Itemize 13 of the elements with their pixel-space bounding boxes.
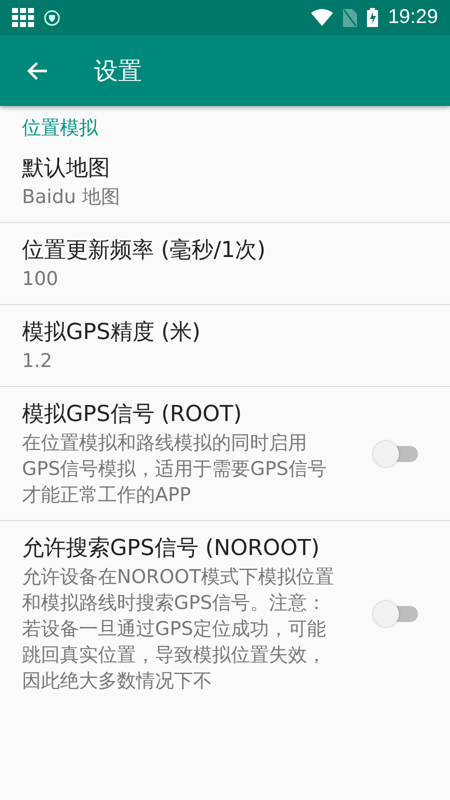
preference-summary: Baidu 地图 <box>22 185 122 210</box>
preference-title[interactable]: 位置更新频率 (毫秒/1次) <box>22 236 428 266</box>
preference-title[interactable]: 默认地图 <box>22 154 428 184</box>
preference-summary: 1.2 <box>22 349 54 374</box>
preference-summary: 在位置模拟和路线模拟的同时启用GPS信号模拟，适用于需要GPS信号才能正常工作的APP <box>22 431 328 508</box>
screen-title: 设置 <box>94 56 142 86</box>
preference-title[interactable]: 允许搜索GPS信号 (NOROOT) <box>22 534 352 564</box>
clock-time: 19:29 <box>388 6 438 29</box>
preference-summary: 允许设备在NOROOT模式下模拟位置和模拟路线时搜索GPS信号。注意：若设备一旦通过GPS定位成功，可能跳回真实位置，导致模拟位置失效，因此绝大多数情况下不 <box>22 565 335 694</box>
preference-title[interactable]: 模拟GPS精度 (米) <box>22 318 428 348</box>
category-title: 位置模拟 <box>21 116 99 141</box>
preference-title[interactable]: 模拟GPS信号 (ROOT) <box>22 400 352 430</box>
preference-summary: 100 <box>22 267 60 292</box>
